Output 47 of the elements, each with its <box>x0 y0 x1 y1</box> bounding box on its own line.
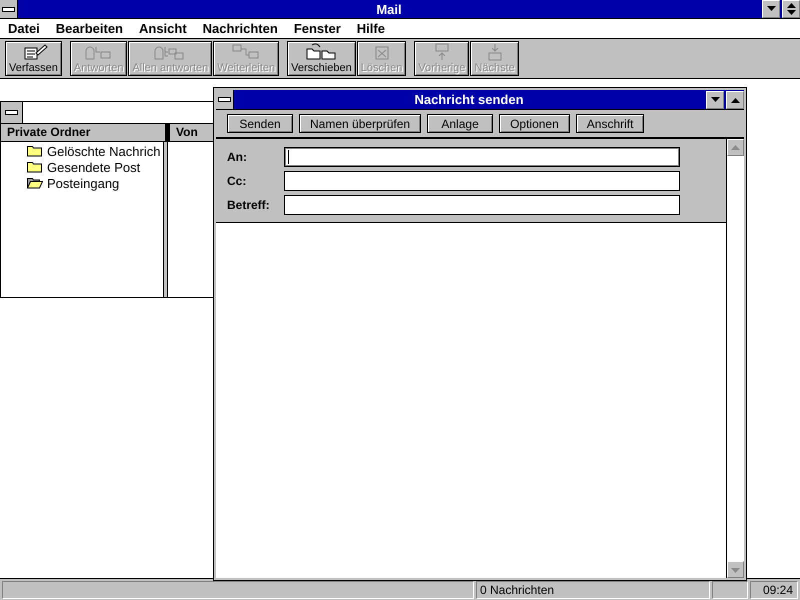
scrollbar[interactable] <box>727 139 744 578</box>
dialog-button[interactable]: Optionen <box>499 114 570 133</box>
system-menu-button[interactable] <box>216 90 234 109</box>
toolbar-button[interactable]: Verfassen <box>5 41 62 76</box>
dialog-button[interactable]: Senden <box>227 114 293 133</box>
field-label: An: <box>227 150 248 164</box>
dialog-button[interactable]: Anlage <box>427 114 494 133</box>
menu-item[interactable]: Fenster <box>294 21 341 36</box>
maximize-button[interactable] <box>726 90 744 108</box>
field-label: Betreff: <box>227 198 271 212</box>
window-title: Nachricht senden <box>413 92 525 107</box>
status-message: 0 Nachrichten <box>476 581 710 599</box>
dialog-button[interactable]: Anschrift <box>576 114 644 133</box>
system-menu-button[interactable] <box>1 102 23 123</box>
scroll-down-button[interactable] <box>727 561 744 578</box>
folder-name[interactable]: Posteingang <box>47 176 120 190</box>
menu-item[interactable]: Hilfe <box>356 21 385 36</box>
menu-item[interactable]: Bearbeiten <box>56 21 123 36</box>
field-label: Cc: <box>227 174 248 188</box>
menu-item[interactable]: Ansicht <box>139 21 187 36</box>
input-field[interactable] <box>284 195 680 215</box>
menu-item[interactable]: Nachrichten <box>202 21 278 36</box>
restore-button[interactable] <box>782 0 800 18</box>
dialog-button[interactable]: Namen überprüfen <box>299 114 422 133</box>
system-menu-button[interactable] <box>0 0 18 18</box>
down-arrow-icon <box>710 96 720 102</box>
column-header[interactable]: Von <box>170 124 198 141</box>
status-time: 09:24 <box>750 581 798 599</box>
minimize-button[interactable] <box>706 90 724 108</box>
up-arrow-icon <box>730 96 740 102</box>
input-field[interactable] <box>284 147 680 167</box>
scroll-up-button[interactable] <box>727 139 744 156</box>
toolbar-button[interactable]: Verschieben <box>287 41 356 76</box>
down-arrow-icon <box>731 566 740 574</box>
status-panel <box>712 581 748 599</box>
menu-item[interactable]: Datei <box>8 21 40 36</box>
down-arrow-icon <box>766 6 776 12</box>
folder-name[interactable]: Gesendete Post <box>47 160 140 174</box>
pane-splitter[interactable] <box>163 142 168 297</box>
move-icon <box>304 43 338 61</box>
column-header[interactable]: Private Ordner <box>1 124 165 141</box>
folder-name[interactable]: Gelöschte Nachrich <box>47 144 160 158</box>
up-arrow-icon <box>731 144 740 152</box>
input-field[interactable] <box>284 171 680 191</box>
up-down-arrow-icon <box>786 3 796 15</box>
window-title: Mail <box>375 2 403 16</box>
minimize-button[interactable] <box>762 0 780 18</box>
